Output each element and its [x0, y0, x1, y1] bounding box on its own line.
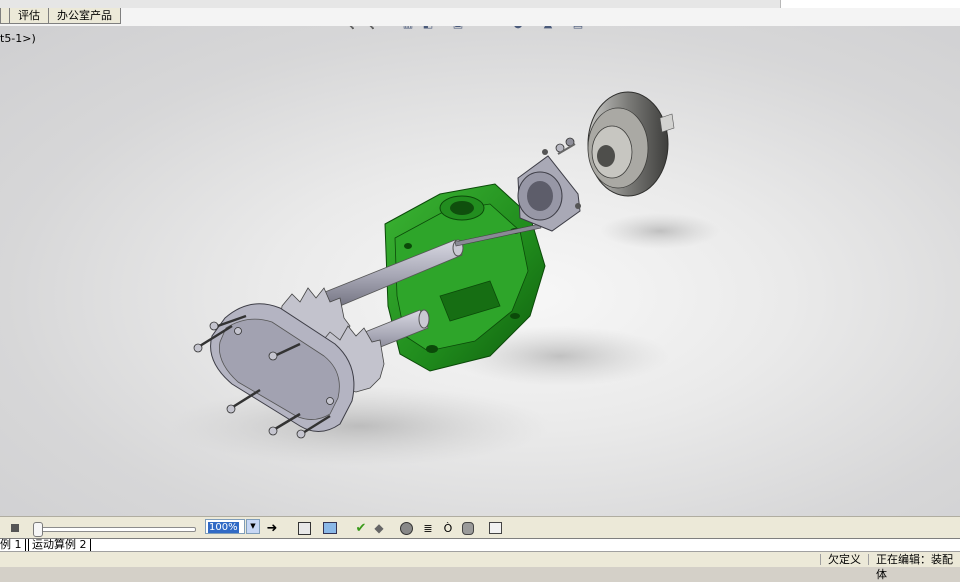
- playback-speed-input[interactable]: 100%: [205, 519, 245, 534]
- drop-shadow: [170, 386, 550, 466]
- exploded-gear-pump-model: [170, 91, 720, 466]
- contact-icon[interactable]: Ò: [440, 520, 456, 536]
- key-and-nut: [555, 137, 576, 155]
- status-underdefined: 欠定义: [828, 553, 861, 566]
- animation-wizard-icon[interactable]: [322, 520, 338, 536]
- pulley: [587, 91, 675, 197]
- tab-row: 评估 办公室产品: [0, 8, 121, 24]
- timeline-slider-thumb[interactable]: [33, 522, 43, 537]
- model-tabs: 例 1 运动算例 2: [0, 538, 960, 552]
- playback-speed-value: 100%: [208, 522, 239, 533]
- motor-icon[interactable]: [398, 520, 414, 536]
- tab-evaluate[interactable]: 评估: [9, 8, 49, 24]
- spring-icon[interactable]: ≣: [420, 520, 436, 536]
- ribbon-strip: [0, 0, 960, 8]
- stop-icon[interactable]: [8, 520, 22, 536]
- motion-study-toolbar: 100% ▼ ➜ ✔ ◆ ≣ Ò: [0, 516, 960, 539]
- status-editing: 正在编辑：装配体: [876, 553, 953, 581]
- timeline-slider-track[interactable]: [34, 527, 196, 532]
- autokey-icon[interactable]: ✔: [353, 520, 369, 536]
- drop-shadow: [600, 213, 720, 249]
- status-bar: 欠定义 正在编辑：装配体: [0, 551, 960, 581]
- play-arrow-icon[interactable]: ➜: [264, 520, 280, 536]
- save-animation-icon[interactable]: [296, 520, 312, 536]
- add-key-icon[interactable]: ◆: [371, 520, 387, 536]
- tab-office-products[interactable]: 办公室产品: [48, 8, 121, 24]
- results-icon[interactable]: [487, 520, 503, 536]
- command-manager-tabs: 评估 办公室产品: [0, 0, 960, 26]
- bearing-bracket: [517, 149, 581, 232]
- gravity-icon[interactable]: [460, 520, 476, 536]
- playback-speed-dropdown[interactable]: ▼: [246, 519, 260, 534]
- graphics-viewport[interactable]: t5-1>) 🔍🔍↶▥◧▾▣▾∞▾●▾▲▾▤▾: [0, 26, 960, 516]
